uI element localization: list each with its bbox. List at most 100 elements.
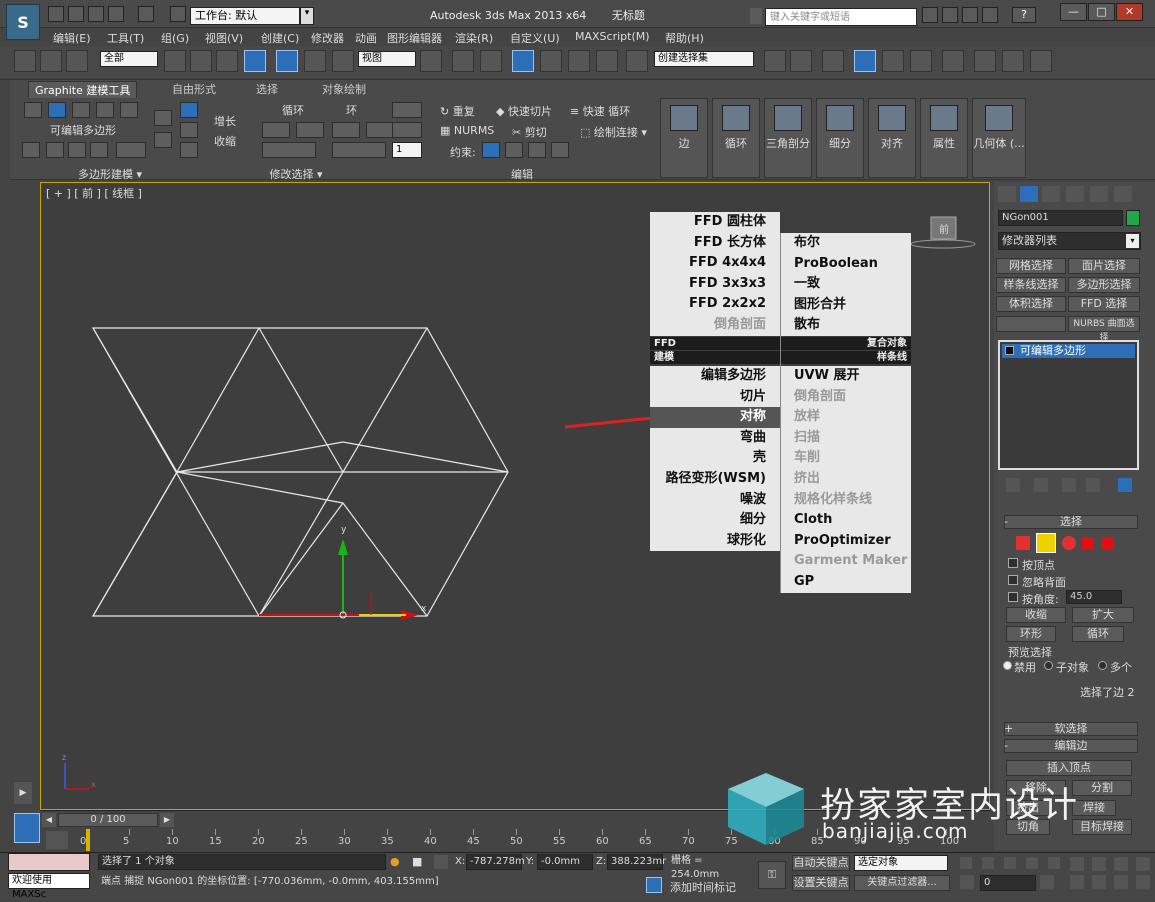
maximize-viewport-icon[interactable] — [1136, 875, 1150, 889]
create-tab-icon[interactable] — [998, 186, 1016, 202]
motion-tab-icon[interactable] — [1066, 186, 1084, 202]
quad-item-ffd-2[interactable]: FFD 4x4x4 — [650, 253, 780, 274]
layer-manager-icon[interactable] — [822, 50, 844, 72]
spinner-snap-icon[interactable] — [596, 50, 618, 72]
stack-icon-3[interactable] — [180, 142, 198, 158]
loop-options-icon[interactable] — [262, 142, 316, 158]
favorites-star-icon[interactable] — [982, 7, 998, 23]
absolute-mode-icon[interactable] — [434, 855, 448, 869]
quad-item-modeling-8[interactable]: 球形化 — [650, 530, 780, 552]
previous-mode-icon[interactable] — [154, 110, 172, 126]
menu-group[interactable]: 组(G) — [161, 30, 189, 46]
quad-item-modeling-7[interactable]: 细分 — [650, 510, 780, 531]
viewport-label[interactable]: [ + ] [ 前 ] [ 线框 ] — [46, 185, 142, 201]
quad-item-spline-10[interactable]: GP — [780, 572, 911, 593]
tab-freeform[interactable]: 自由形式 — [172, 81, 216, 97]
auto-key-button[interactable]: 自动关键点 — [792, 855, 850, 871]
menu-rendering[interactable]: 渲染(R) — [455, 30, 493, 46]
viewport-layout-icon[interactable] — [14, 813, 40, 843]
selection-filter-dropdown[interactable]: 全部 — [100, 51, 158, 67]
ffd-select-button[interactable]: FFD 选择 — [1068, 296, 1140, 312]
menu-edit[interactable]: 编辑(E) — [53, 30, 91, 46]
group-modify-selection[interactable]: 修改选择 ▾ — [206, 166, 386, 181]
select-by-name-icon[interactable] — [190, 50, 212, 72]
cut-button[interactable]: ✂ 剪切 — [512, 124, 547, 140]
tab-object-paint[interactable]: 对象绘制 — [322, 81, 366, 97]
set-key-button[interactable]: 设置关键点 — [792, 875, 850, 891]
add-time-tag[interactable]: 添加时间标记 — [670, 879, 736, 895]
zoom-extents-icon[interactable] — [1114, 857, 1128, 871]
stack-icon-2[interactable] — [180, 122, 198, 138]
keyboard-shortcut-icon[interactable] — [480, 50, 502, 72]
group-edit[interactable]: 编辑 — [390, 166, 654, 181]
menu-customize[interactable]: 自定义(U) — [510, 30, 560, 46]
menu-views[interactable]: 视图(V) — [205, 30, 243, 46]
time-slider-thumb[interactable]: 0 / 100 — [58, 813, 158, 827]
panel-align[interactable]: 对齐 — [868, 98, 916, 178]
time-tag-icon[interactable] — [646, 877, 662, 893]
rendered-frame-icon[interactable] — [1002, 50, 1024, 72]
save-file-icon[interactable] — [88, 6, 104, 22]
project-folder-icon[interactable] — [170, 6, 186, 22]
ring-shrink-icon[interactable] — [366, 122, 394, 138]
goto-end-icon[interactable] — [1048, 857, 1060, 869]
quad-item-modeling-3[interactable]: 弯曲 — [650, 427, 780, 449]
snaps-toggle-icon[interactable] — [512, 50, 534, 72]
select-link-icon[interactable] — [14, 50, 36, 72]
constraint-edge-icon[interactable] — [505, 142, 523, 158]
manipulate-icon[interactable] — [452, 50, 474, 72]
percent-snap-icon[interactable] — [568, 50, 590, 72]
nurms-button[interactable]: ▦ NURMS — [440, 124, 494, 137]
object-color-swatch[interactable] — [1126, 210, 1140, 226]
quad-item-compound-4[interactable]: 散布 — [780, 315, 911, 336]
ring-button[interactable]: 环形 — [1006, 626, 1056, 642]
preserve-uv-icon[interactable] — [392, 102, 422, 118]
maxscript-mini-listener[interactable] — [8, 853, 90, 871]
new-file-icon[interactable] — [48, 6, 64, 22]
modify-mode-icon[interactable] — [22, 142, 40, 158]
quad-item-ffd-0[interactable]: FFD 圆柱体 — [650, 212, 780, 233]
app-logo-icon[interactable]: S — [6, 4, 40, 40]
x-coordinate-field[interactable]: -787.278m — [466, 854, 525, 870]
modify-tab-icon[interactable] — [1020, 186, 1038, 202]
vertex-mode-icon[interactable] — [24, 102, 42, 118]
quad-item-modeling-2[interactable]: 对称 — [650, 407, 780, 428]
y-coordinate-field[interactable]: -0.0mm — [537, 854, 593, 870]
current-time-marker[interactable] — [86, 829, 90, 851]
open-file-icon[interactable] — [68, 6, 84, 22]
volume-select-button[interactable]: 体积选择 — [996, 296, 1066, 312]
stack-icon-1[interactable] — [180, 102, 198, 118]
object-name-field[interactable]: NGon001 — [998, 210, 1123, 226]
fov-icon[interactable] — [1070, 875, 1084, 889]
grow-button[interactable]: 扩大 — [1072, 607, 1134, 623]
render-teapot-icon[interactable] — [1030, 50, 1052, 72]
zoom-extents-all-icon[interactable] — [1136, 857, 1150, 871]
menu-modifiers[interactable]: 修改器 — [311, 30, 344, 46]
quick-loop-button[interactable]: ≡ 快速 循环 — [570, 103, 630, 119]
loop-grow-icon[interactable] — [262, 122, 290, 138]
quad-item-modeling-5[interactable]: 路径变形(WSM) — [650, 469, 780, 490]
element-sel-icon[interactable] — [1102, 537, 1114, 549]
polygon-mode-icon[interactable] — [96, 102, 114, 118]
edit-named-selection-icon[interactable] — [626, 50, 648, 72]
tweak-icon[interactable] — [392, 122, 422, 138]
panel-edges[interactable]: 边 — [660, 98, 708, 178]
shrink-button[interactable]: 收缩 — [214, 133, 236, 149]
render-setup-icon[interactable] — [974, 50, 996, 72]
shrink-button[interactable]: 收缩 — [1006, 607, 1066, 623]
preview-multi-radio[interactable] — [1098, 661, 1107, 670]
border-mode-icon[interactable] — [72, 102, 90, 118]
next-frame-icon[interactable] — [1026, 857, 1038, 869]
edge-sel-icon[interactable] — [1036, 533, 1056, 553]
patch-select-button[interactable]: 面片选择 — [1068, 258, 1140, 274]
named-selection-dropdown[interactable]: 创建选择集 — [654, 51, 754, 67]
grow-button[interactable]: 增长 — [214, 113, 236, 129]
quad-item-spline-7[interactable]: Cloth — [780, 510, 911, 531]
menu-help[interactable]: 帮助(H) — [665, 30, 704, 46]
time-slider-prev[interactable]: ◀ — [42, 813, 56, 827]
ignore-backfacing-checkbox[interactable] — [1008, 575, 1018, 585]
redo-icon[interactable] — [138, 6, 154, 22]
viewcube-icon[interactable]: 前 — [910, 216, 976, 249]
rect-selection-icon[interactable] — [216, 50, 238, 72]
collapse-stack-icon[interactable] — [90, 142, 108, 158]
